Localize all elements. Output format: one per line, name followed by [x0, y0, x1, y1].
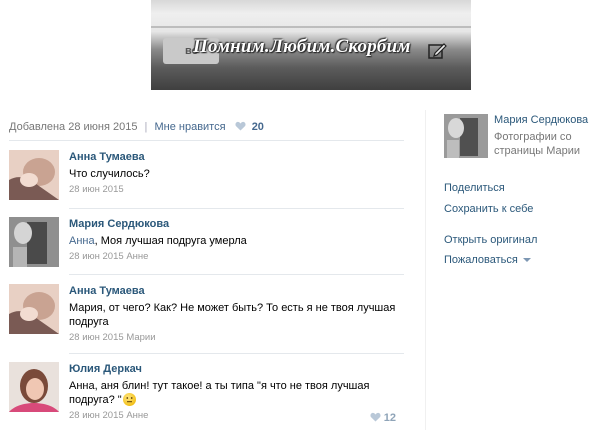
- comment-date[interactable]: 28 июн 2015 Марии: [69, 332, 404, 343]
- like-count[interactable]: 20: [252, 121, 264, 133]
- chevron-down-icon: [522, 258, 531, 262]
- comment-text-body: , Моя лучшая подруга умерла: [94, 235, 247, 247]
- comment-date[interactable]: 28 июн 2015 Анне: [69, 410, 404, 421]
- save-link[interactable]: Сохранить к себе: [444, 203, 533, 215]
- comment-divider: [69, 274, 404, 275]
- smile-emoji-icon: [122, 393, 136, 406]
- share-link[interactable]: Поделиться: [444, 182, 505, 194]
- comment-divider: [69, 208, 404, 209]
- comment-text: Что случилось?: [69, 168, 150, 180]
- report-label: Пожаловаться: [444, 254, 518, 266]
- photo-banner[interactable]: во Помним.Любим.Скорбим: [151, 0, 471, 90]
- comment-like-button[interactable]: 12: [370, 412, 396, 424]
- date-value: 28 июн 2015: [69, 410, 124, 421]
- reply-to: Марии: [126, 332, 156, 343]
- reply-mention[interactable]: Анна: [69, 235, 95, 247]
- date-value: 28 июн 2015: [69, 332, 124, 343]
- sidebar-divider: [425, 110, 426, 430]
- comment-divider: [69, 353, 404, 354]
- comment-text: Анна, Моя лучшая подруга умерла: [69, 234, 404, 248]
- comment-text-body: Анна, аня блин! тут такое! а ты типа "я …: [69, 380, 370, 406]
- banner-stripe: [151, 26, 471, 28]
- report-link[interactable]: Пожаловаться: [444, 254, 531, 266]
- album-description[interactable]: Фотографии со страницы Марии: [494, 130, 604, 158]
- reply-to: Анне: [126, 251, 149, 262]
- album-thumbnail[interactable]: [444, 114, 488, 158]
- edit-icon: [428, 43, 447, 59]
- like-button[interactable]: Мне нравится: [154, 121, 225, 133]
- comment-item: Анна Тумаева Мария, от чего? Как? Не мож…: [9, 284, 404, 352]
- comment-like-count: 12: [383, 412, 396, 424]
- open-original-link[interactable]: Открыть оригинал: [444, 234, 537, 246]
- meta-divider: [9, 140, 404, 141]
- comment-item: Анна Тумаева Что случилось? 28 июн 2015: [9, 150, 404, 208]
- comment-author[interactable]: Анна Тумаева: [69, 284, 404, 298]
- heart-icon[interactable]: [235, 121, 246, 131]
- avatar[interactable]: [9, 150, 59, 200]
- date-value: 28 июн 2015: [69, 251, 124, 262]
- avatar[interactable]: [9, 284, 59, 334]
- added-date: Добавлена 28 июня 2015: [9, 121, 138, 133]
- banner-caption: Помним.Любим.Скорбим: [193, 36, 411, 57]
- post-meta: Добавлена 28 июня 2015 | Мне нравится 20: [9, 121, 264, 133]
- comment-author[interactable]: Анна Тумаева: [69, 150, 404, 164]
- comment-item: Мария Сердюкова Анна, Моя лучшая подруга…: [9, 217, 404, 275]
- comment-text: Анна, аня блин! тут такое! а ты типа "я …: [69, 379, 404, 407]
- reply-to: Анне: [126, 410, 149, 421]
- owner-name-link[interactable]: Мария Сердюкова: [494, 114, 588, 126]
- comment-text: Мария, от чего? Как? Не может быть? То е…: [69, 302, 396, 328]
- heart-icon: [370, 412, 381, 422]
- comment-author[interactable]: Юлия Деркач: [69, 362, 404, 376]
- comment-date[interactable]: 28 июн 2015 Анне: [69, 251, 404, 262]
- comment-author[interactable]: Мария Сердюкова: [69, 217, 404, 231]
- avatar[interactable]: [9, 217, 59, 267]
- avatar[interactable]: [9, 362, 59, 412]
- comment-date[interactable]: 28 июн 2015: [69, 184, 404, 195]
- comment-item: Юлия Деркач Анна, аня блин! тут такое! а…: [9, 362, 404, 430]
- meta-separator: |: [144, 121, 148, 133]
